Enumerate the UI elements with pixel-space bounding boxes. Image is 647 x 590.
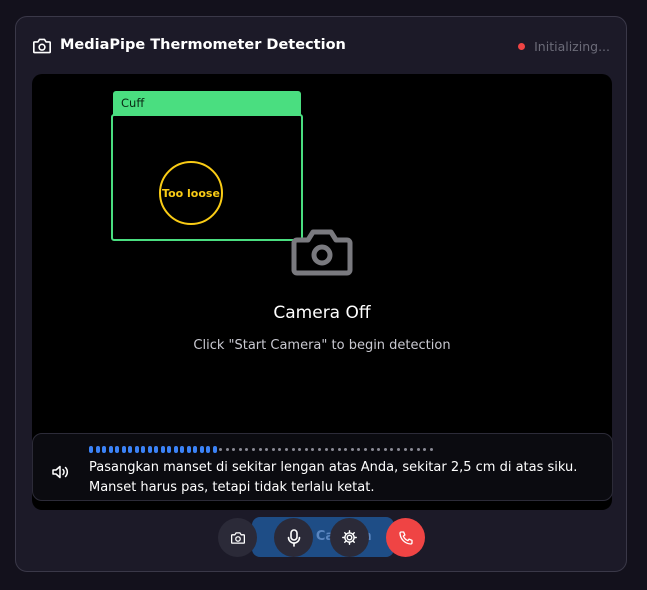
- progress-segment-empty: [390, 448, 394, 451]
- progress-segment-empty: [232, 448, 236, 451]
- phone-icon: [398, 530, 413, 545]
- progress-segment-empty: [291, 448, 295, 451]
- progress-segment-empty: [430, 448, 433, 451]
- gear-icon: [342, 530, 357, 545]
- progress-segment-filled: [154, 446, 158, 453]
- progress-segment-empty: [304, 448, 308, 451]
- progress-segment-filled: [108, 446, 113, 453]
- progress-segment-empty: [265, 448, 269, 451]
- progress-segment-empty: [383, 448, 387, 451]
- camera-off-icon: [291, 229, 353, 276]
- progress-segment-filled: [95, 446, 100, 453]
- progress-segment-empty: [245, 448, 249, 451]
- progress-segment-filled: [89, 446, 93, 453]
- microphone-icon: [287, 528, 300, 547]
- progress-segment-empty: [397, 448, 401, 451]
- progress-segment-empty: [278, 448, 282, 451]
- status-dot: [518, 43, 526, 50]
- progress-segment-empty: [403, 448, 407, 451]
- progress-segment-filled: [141, 446, 145, 453]
- camera-off-title: Camera Off: [273, 303, 371, 323]
- progress-segment-filled: [134, 446, 139, 453]
- camera-icon: [32, 38, 51, 54]
- speaker-icon[interactable]: [52, 465, 70, 479]
- progress-segment-filled: [212, 446, 217, 453]
- progress-segment-empty: [238, 448, 242, 451]
- progress-segment-filled: [128, 446, 132, 453]
- progress-segment-filled: [160, 446, 165, 453]
- cuff-label: Cuff: [113, 91, 301, 115]
- progress-segment-empty: [337, 448, 341, 451]
- progress-segment-empty: [416, 448, 420, 451]
- progress-segment-filled: [199, 446, 204, 453]
- progress-segment-empty: [219, 448, 222, 451]
- caption-text: Pasangkan manset di sekitar lengan atas …: [89, 460, 578, 495]
- progress-segment-empty: [364, 448, 368, 451]
- progress-segment-empty: [324, 448, 328, 451]
- camera-off-hint: Click "Start Camera" to begin detection: [193, 338, 451, 353]
- progress-segment-filled: [115, 446, 119, 453]
- fit-status-marker: Too loose: [159, 161, 223, 225]
- progress-segment-empty: [423, 448, 427, 451]
- instruction-caption: Pasangkan manset di sekitar lengan atas …: [32, 433, 613, 501]
- progress-segment-empty: [331, 448, 335, 451]
- progress-segment-empty: [284, 448, 288, 451]
- call-controls: Start Camera: [218, 517, 428, 559]
- progress-segment-empty: [317, 448, 321, 451]
- card-header: MediaPipe Thermometer Detection Initiali…: [32, 35, 610, 59]
- progress-segment-filled: [186, 446, 191, 453]
- progress-segment-empty: [298, 448, 302, 451]
- progress-segment-empty: [258, 448, 262, 451]
- camera-icon: [230, 531, 245, 544]
- status-indicator: Initializing...: [518, 39, 610, 54]
- progress-segment-filled: [180, 446, 184, 453]
- page-title: MediaPipe Thermometer Detection: [60, 37, 346, 53]
- end-call-button[interactable]: [386, 518, 425, 557]
- settings-button[interactable]: [330, 518, 369, 557]
- progress-segment-empty: [357, 448, 361, 451]
- progress-segment-empty: [350, 448, 354, 451]
- detection-card: MediaPipe Thermometer Detection Initiali…: [15, 16, 627, 572]
- progress-segment-filled: [102, 446, 106, 453]
- progress-segment-filled: [147, 446, 152, 453]
- progress-segment-empty: [370, 448, 374, 451]
- progress-segment-filled: [167, 446, 171, 453]
- progress-segment-empty: [271, 448, 275, 451]
- microphone-button[interactable]: [274, 518, 313, 557]
- progress-segment-empty: [251, 448, 255, 451]
- caption-progress: [89, 446, 437, 453]
- progress-segment-filled: [173, 446, 178, 453]
- status-text: Initializing...: [534, 39, 610, 54]
- progress-segment-filled: [121, 446, 126, 453]
- progress-segment-empty: [344, 448, 348, 451]
- progress-segment-empty: [377, 448, 381, 451]
- progress-segment-empty: [410, 448, 414, 451]
- progress-segment-filled: [206, 446, 210, 453]
- progress-segment-filled: [193, 446, 197, 453]
- fit-status-text: Too loose: [162, 186, 220, 200]
- progress-segment-empty: [225, 448, 229, 451]
- camera-toggle-button[interactable]: [218, 518, 257, 557]
- progress-segment-empty: [311, 448, 315, 451]
